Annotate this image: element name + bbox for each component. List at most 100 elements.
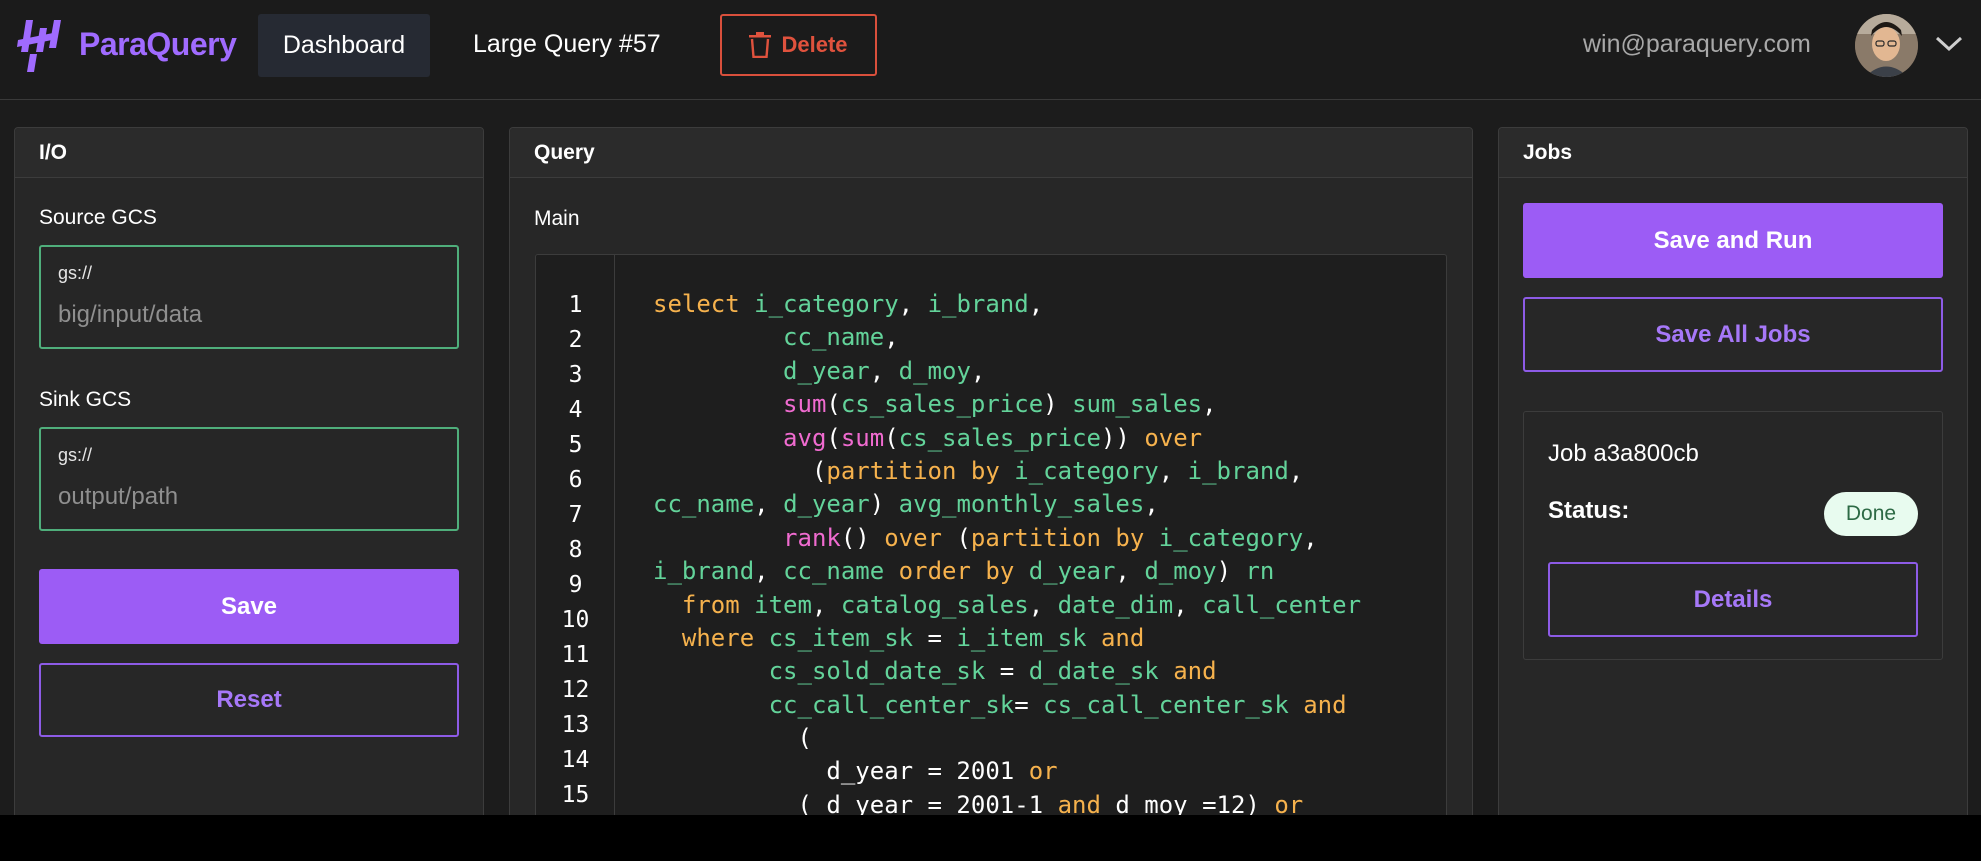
save-all-jobs-button[interactable]: Save All Jobs (1523, 297, 1943, 372)
code-token: = (1014, 690, 1044, 719)
code-token: d_moy =12) (1100, 790, 1275, 815)
code-token: select (653, 290, 755, 318)
code-token: where (681, 623, 769, 652)
code-token: sum (840, 423, 885, 452)
code-token: d_year (783, 490, 870, 519)
code-token: call_center (1202, 590, 1362, 619)
code-line: sum(cs_sales_price) sum_sales, (653, 388, 1433, 421)
line-number: 2 (568, 327, 583, 353)
sink-gcs-label: Sink GCS (39, 388, 132, 411)
chevron-down-icon[interactable] (1934, 32, 1964, 54)
code-token: = (985, 657, 1029, 686)
code-token: ( (653, 456, 827, 485)
code-token: sum_sales (1072, 390, 1203, 419)
code-token: i_category (754, 290, 899, 318)
code-token: i_brand (653, 557, 755, 586)
code-line: cc_name, (653, 321, 1433, 354)
source-gcs-input[interactable] (58, 299, 438, 331)
code-token: d_date_sk (1028, 657, 1159, 686)
code-token: , (1115, 557, 1145, 586)
user-email: win@paraquery.com (1583, 30, 1811, 58)
code-token: , (1303, 523, 1318, 552)
line-number: 9 (568, 572, 583, 598)
io-panel: I/O Source GCS gs:// Sink GCS gs:// Save… (14, 127, 484, 815)
code-token: ( (826, 423, 841, 452)
code-token: , (811, 590, 841, 619)
code-token: i_brand (1187, 456, 1289, 485)
code-token: = (913, 623, 957, 652)
sink-gcs-input[interactable] (58, 481, 438, 513)
code-token: , (754, 490, 784, 519)
reset-button[interactable]: Reset (39, 663, 459, 737)
code-line: (partition by i_category, i_brand, (653, 455, 1433, 488)
job-card: Job a3a800cb Status: Done Details (1523, 411, 1943, 660)
code-token: cs_sales_price (840, 390, 1044, 419)
code-token: catalog_sales (840, 590, 1029, 619)
code-line: ( (653, 722, 1433, 755)
line-number: 10 (561, 607, 590, 633)
code-line: cc_call_center_sk= cs_call_center_sk and (653, 689, 1433, 722)
code-token: , (898, 290, 928, 318)
code-token: () (840, 523, 885, 552)
code-token: from (681, 590, 755, 619)
source-gcs-field[interactable]: gs:// (39, 245, 459, 349)
save-and-run-button[interactable]: Save and Run (1523, 203, 1943, 278)
code-token: d_year (1028, 557, 1116, 586)
code-token: , (1173, 590, 1203, 619)
code-token: , (970, 356, 986, 385)
line-number: 13 (561, 712, 590, 738)
user-avatar[interactable] (1855, 14, 1918, 77)
code-editor[interactable]: 1 2 3 4 5 6 7 8 9 10 11 12 13 14 15 select i_category,… (535, 254, 1447, 815)
code-token: order by (898, 557, 1029, 586)
sink-gcs-prefix: gs:// (58, 445, 93, 465)
code-token: , (869, 356, 899, 385)
code-token: date_dim (1057, 590, 1174, 619)
code-token: over (1144, 423, 1203, 452)
code-line: d_year = 2001 or (653, 755, 1433, 788)
code-line: avg(sum(cs_sales_price)) over (653, 422, 1433, 455)
editor-tab-label: Main (534, 207, 580, 230)
details-button[interactable]: Details (1548, 562, 1918, 637)
code-token: or (1274, 790, 1304, 815)
code-token: cc_name (783, 323, 885, 352)
sql-code[interactable]: select i_category, i_brand, cc_name, d_y… (653, 288, 1433, 815)
code-token: cs_sales_price (898, 423, 1101, 452)
code-token: cc_name (783, 557, 885, 586)
code-token: , (1288, 456, 1304, 485)
sink-gcs-field[interactable]: gs:// (39, 427, 459, 531)
code-token: ) (1216, 557, 1246, 586)
code-token: sum (783, 390, 827, 419)
line-number: 3 (568, 362, 583, 388)
code-token: rank (783, 523, 841, 552)
top-header: ParaQuery Dashboard Large Query #57 Dele… (0, 0, 1981, 100)
paraquery-logo-icon[interactable] (16, 18, 64, 72)
query-panel: Query Main 1 2 3 4 5 6 7 8 9 10 11 12 13 14 15 select … (509, 127, 1473, 815)
brand-name[interactable]: ParaQuery (79, 26, 237, 63)
source-gcs-prefix: gs:// (58, 263, 93, 283)
code-token: i_category (1014, 456, 1159, 485)
line-number: 8 (568, 537, 583, 563)
code-token: d_year = 2001 (653, 757, 1029, 786)
code-token: cc_call_center_sk (768, 690, 1015, 719)
code-token: cs_call_center_sk (1043, 690, 1289, 719)
source-gcs-label: Source GCS (39, 206, 157, 229)
nav-dashboard[interactable]: Dashboard (258, 14, 430, 77)
code-line: where cs_item_sk = i_item_sk and (653, 622, 1433, 655)
line-number: 7 (568, 502, 583, 528)
code-token: rn (1245, 557, 1275, 586)
code-token: and (1057, 790, 1101, 815)
code-token: , (1202, 390, 1217, 419)
delete-button[interactable]: Delete (720, 14, 877, 76)
code-line: select i_category, i_brand, (653, 288, 1433, 321)
code-token: d_year (783, 356, 870, 385)
code-token: )) (1100, 423, 1145, 452)
line-number: 4 (568, 397, 583, 423)
editor-gutter: 1 2 3 4 5 6 7 8 9 10 11 12 13 14 15 (536, 255, 615, 815)
code-token: d_moy (1144, 557, 1217, 586)
save-button[interactable]: Save (39, 569, 459, 644)
